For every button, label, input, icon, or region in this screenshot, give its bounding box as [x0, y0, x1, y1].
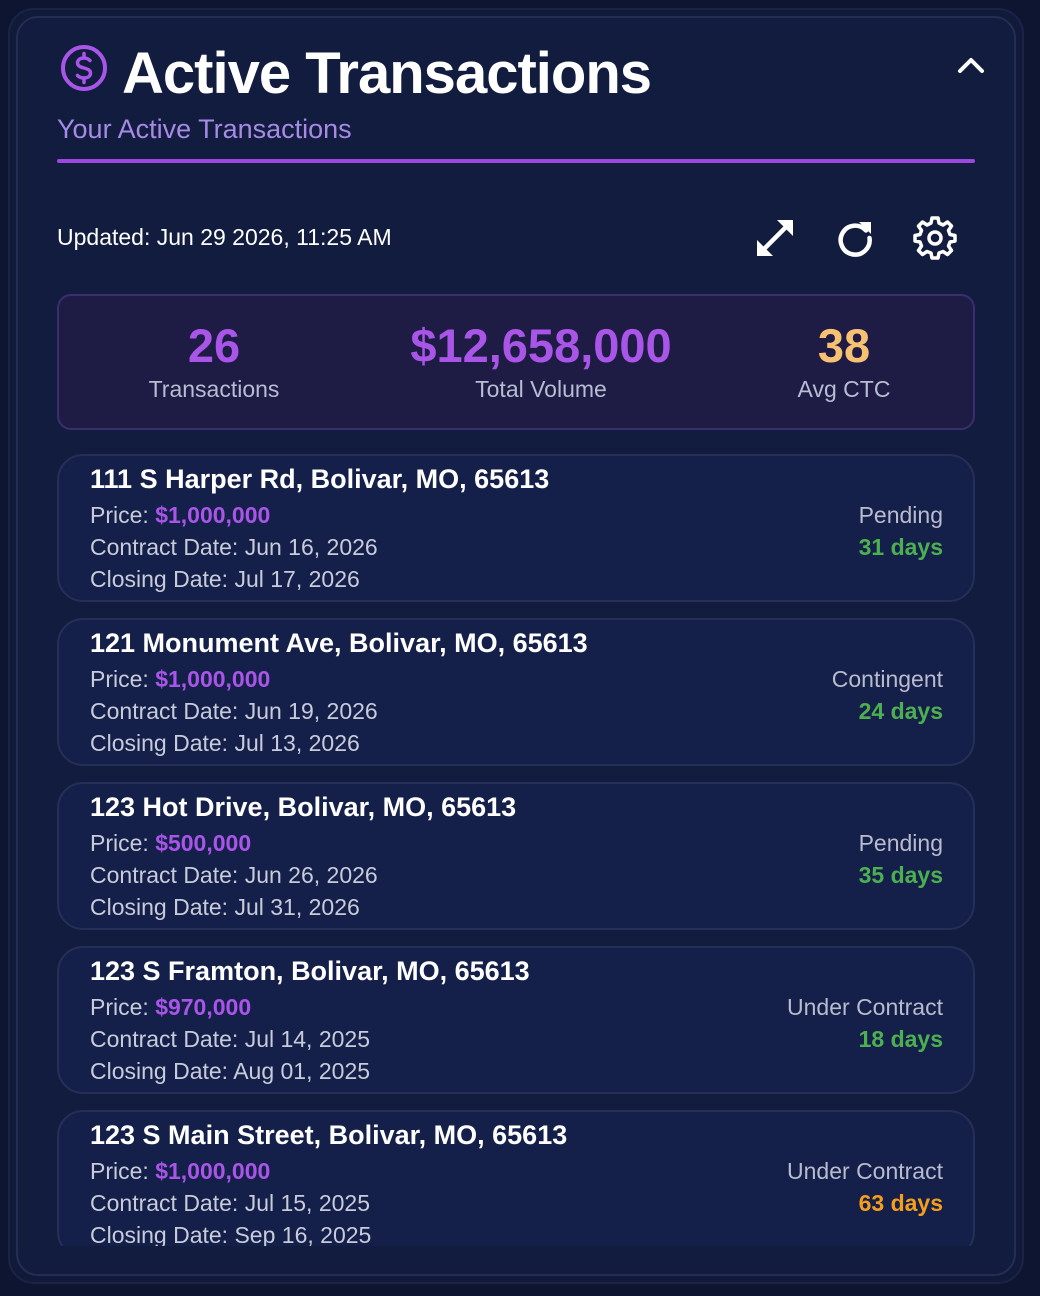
transaction-contract-date: Contract Date: Jun 16, 2026	[90, 534, 378, 560]
transaction-card[interactable]: 123 S Framton, Bolivar, MO, 65613 Price:…	[57, 946, 975, 1094]
transaction-status: Pending	[858, 502, 943, 528]
price-value: $1,000,000	[155, 502, 271, 528]
panel-subtitle: Your Active Transactions	[57, 114, 352, 144]
transaction-contract-date: Contract Date: Jul 14, 2025	[90, 1026, 371, 1052]
transaction-closing-date: Closing Date: Sep 16, 2025	[90, 1222, 372, 1246]
transaction-status: Under Contract	[787, 994, 943, 1020]
transaction-closing-date: Closing Date: Aug 01, 2025	[90, 1058, 371, 1084]
transaction-status: Under Contract	[787, 1158, 943, 1184]
transaction-closing-date: Closing Date: Jul 17, 2026	[90, 566, 360, 592]
transaction-address: 123 Hot Drive, Bolivar, MO, 65613	[90, 792, 517, 822]
stat-avg-ctc: 38 Avg CTC	[764, 318, 924, 403]
transaction-days: 63 days	[858, 1190, 943, 1216]
stat-total-volume: $12,658,000 Total Volume	[381, 318, 701, 403]
transaction-address: 121 Monument Ave, Bolivar, MO, 65613	[90, 628, 588, 658]
transactions-list[interactable]: 111 S Harper Rd, Bolivar, MO, 65613 Pric…	[57, 454, 977, 1246]
transaction-days: 35 days	[858, 862, 943, 888]
price-value: $1,000,000	[155, 666, 271, 692]
transaction-status: Contingent	[831, 666, 943, 692]
transaction-contract-date: Contract Date: Jun 19, 2026	[90, 698, 378, 724]
dollar-circle-icon	[61, 45, 107, 91]
transaction-address: 123 S Main Street, Bolivar, MO, 65613	[90, 1120, 568, 1150]
transaction-price: Price: $1,000,000	[90, 666, 271, 692]
transaction-days: 18 days	[858, 1026, 943, 1052]
transaction-status: Pending	[858, 830, 943, 856]
transaction-card[interactable]: 123 S Main Street, Bolivar, MO, 65613 Pr…	[57, 1110, 975, 1246]
transaction-card[interactable]: 111 S Harper Rd, Bolivar, MO, 65613 Pric…	[57, 454, 975, 602]
transaction-card[interactable]: 121 Monument Ave, Bolivar, MO, 65613 Pri…	[57, 618, 975, 766]
transaction-days: 31 days	[858, 534, 943, 560]
price-value: $970,000	[155, 994, 252, 1020]
stat-avg-ctc-label: Avg CTC	[797, 376, 891, 402]
settings-gear-icon[interactable]	[913, 216, 957, 260]
price-value: $1,000,000	[155, 1158, 271, 1184]
transaction-days: 24 days	[858, 698, 943, 724]
price-value: $500,000	[155, 830, 252, 856]
stat-transactions-label: Transactions	[148, 376, 280, 402]
expand-icon[interactable]	[753, 216, 797, 260]
transaction-price: Price: $1,000,000	[90, 502, 271, 528]
collapse-chevron-up-icon[interactable]	[952, 48, 990, 82]
stat-volume-value: $12,658,000	[410, 319, 672, 372]
transaction-price: Price: $970,000	[90, 994, 252, 1020]
transaction-contract-date: Contract Date: Jun 26, 2026	[90, 862, 378, 888]
header-divider	[57, 159, 975, 163]
stat-avg-ctc-value: 38	[817, 319, 871, 372]
stat-transactions: 26 Transactions	[114, 318, 314, 403]
transaction-closing-date: Closing Date: Jul 31, 2026	[90, 894, 360, 920]
transaction-price: Price: $500,000	[90, 830, 252, 856]
transaction-closing-date: Closing Date: Jul 13, 2026	[90, 730, 360, 756]
updated-timestamp: Updated: Jun 29 2026, 11:25 AM	[57, 224, 392, 250]
transaction-address: 123 S Framton, Bolivar, MO, 65613	[90, 956, 530, 986]
transaction-card[interactable]: 123 Hot Drive, Bolivar, MO, 65613 Price:…	[57, 782, 975, 930]
stat-volume-label: Total Volume	[475, 376, 607, 402]
stat-transactions-value: 26	[187, 319, 241, 372]
transaction-address: 111 S Harper Rd, Bolivar, MO, 65613	[90, 464, 550, 494]
panel-title: Active Transactions	[122, 41, 652, 106]
refresh-icon[interactable]	[833, 216, 877, 260]
stats-summary: 26 Transactions $12,658,000 Total Volume…	[57, 294, 975, 430]
transaction-price: Price: $1,000,000	[90, 1158, 271, 1184]
transaction-contract-date: Contract Date: Jul 15, 2025	[90, 1190, 371, 1216]
